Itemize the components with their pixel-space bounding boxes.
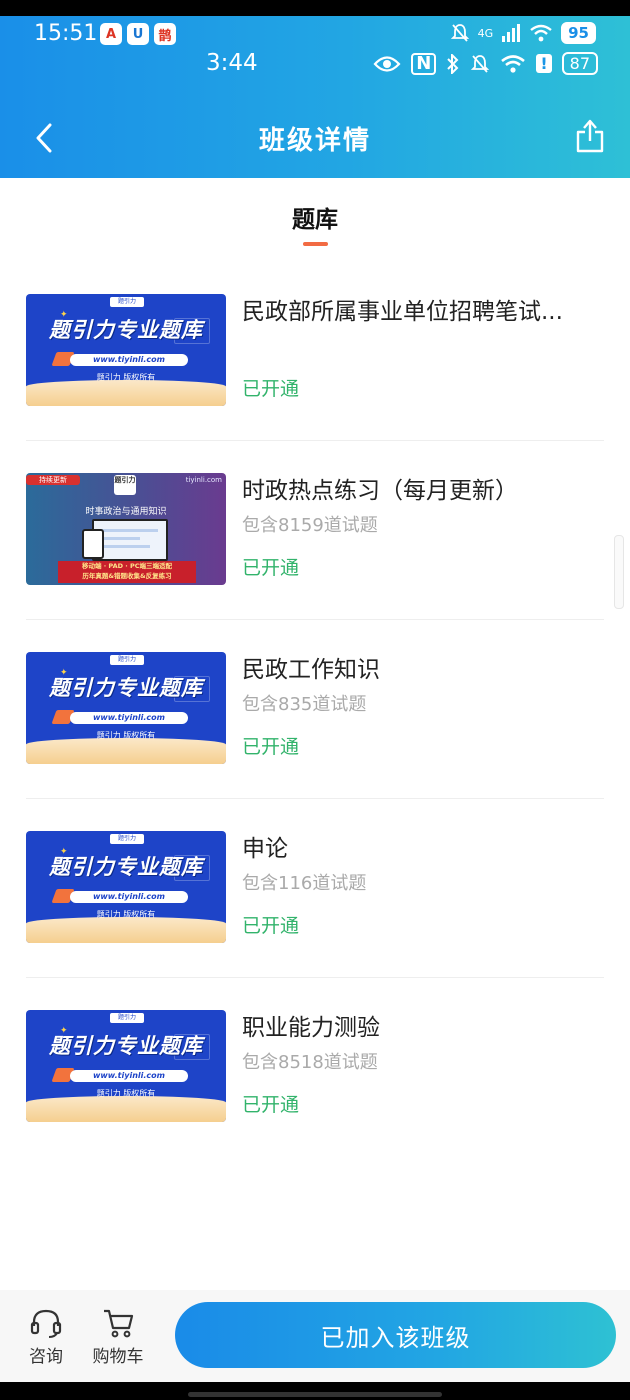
consult-label: 咨询 — [29, 1347, 63, 1367]
banner-url: www.tiyinli.com — [70, 712, 188, 724]
item-info: 民政部所属事业单位招聘笔试... 已开通 — [242, 292, 604, 404]
bell-off-icon — [450, 24, 469, 42]
nav-bar: 班级详情 — [0, 110, 630, 166]
banner-main-text: 题引力专业题库 — [49, 318, 203, 342]
item-question-count: 包含8159道试题 — [242, 515, 378, 536]
item-question-count: 包含835道试题 — [242, 694, 367, 715]
app-notification-icon: 鹊 — [154, 23, 176, 45]
banner-logo: 题引力 — [110, 1013, 144, 1023]
list-item[interactable]: 题引力 ✦ 题引力专业题库 www.tiyinli.com 题引力 版权所有 民… — [26, 620, 604, 799]
item-status: 已开通 — [242, 557, 300, 579]
battery-indicator: 95 — [561, 22, 596, 44]
banner-logo: 题引力 — [110, 834, 144, 844]
tablet-icon — [82, 529, 104, 559]
item-thumbnail: 题引力 ✦ 题引力专业题库 www.tiyinli.com 题引力 版权所有 — [26, 652, 226, 764]
inner-status-time: 3:44 — [206, 50, 258, 76]
list-item[interactable]: 题引力 ✦ 题引力专业题库 www.tiyinli.com 题引力 版权所有 职… — [26, 978, 604, 1156]
item-title: 时政热点练习（每月更新） — [242, 478, 518, 504]
item-thumbnail: 题引力 ✦ 题引力专业题库 www.tiyinli.com 题引力 版权所有 — [26, 294, 226, 406]
item-title: 民政工作知识 — [242, 657, 380, 683]
battery-indicator: 87 — [561, 52, 598, 75]
item-info: 职业能力测验 包含8518道试题 已开通 — [242, 1008, 604, 1120]
bottom-system-strip — [0, 1382, 630, 1400]
nfc-icon: N — [411, 52, 437, 75]
banner-main-text: 题引力专业题库 — [49, 1034, 203, 1058]
alert-icon: ! — [536, 54, 552, 73]
banner-site: tiyinli.com — [185, 476, 222, 484]
item-info: 时政热点练习（每月更新） 包含8159道试题 已开通 — [242, 471, 604, 583]
item-status: 已开通 — [242, 1094, 300, 1116]
app-notification-icon: A — [100, 23, 122, 45]
app-notification-icon: U — [127, 23, 149, 45]
list-item[interactable]: 题引力 ✦ 题引力专业题库 www.tiyinli.com 题引力 版权所有 申… — [26, 799, 604, 978]
item-thumbnail: 题引力 ✦ 题引力专业题库 www.tiyinli.com 题引力 版权所有 — [26, 831, 226, 943]
signal-icon — [502, 24, 521, 42]
wifi-icon — [530, 24, 552, 42]
banner-logo: 题引力 — [110, 655, 144, 665]
cart-button[interactable]: 购物车 — [88, 1308, 148, 1367]
item-status: 已开通 — [242, 736, 300, 758]
item-info: 民政工作知识 包含835道试题 已开通 — [242, 650, 604, 762]
item-thumbnail: 持续更新 题引力 tiyinli.com 时事政治与通用知识 移动端 · PAD… — [26, 473, 226, 585]
banner-main-text: 题引力专业题库 — [49, 676, 203, 700]
question-bank-list: 题引力 ✦ 题引力专业题库 www.tiyinli.com 题引力 版权所有 民… — [0, 262, 630, 1156]
banner-url: www.tiyinli.com — [70, 891, 188, 903]
banner-logo: 题引力 — [110, 297, 144, 307]
item-question-count: 包含8518道试题 — [242, 1052, 378, 1073]
list-item[interactable]: 持续更新 题引力 tiyinli.com 时事政治与通用知识 移动端 · PAD… — [26, 441, 604, 620]
wifi-icon — [501, 54, 526, 73]
item-status: 已开通 — [242, 915, 300, 937]
eye-icon — [373, 55, 401, 72]
banner-url: www.tiyinli.com — [70, 1070, 188, 1082]
page-title: 班级详情 — [258, 126, 371, 156]
item-title: 民政部所属事业单位招聘笔试... — [242, 299, 563, 325]
bottom-action-bar: 咨询 购物车 已加入该班级 — [0, 1290, 630, 1382]
top-system-strip — [0, 0, 630, 16]
tab-question-bank[interactable]: 题库 — [0, 200, 630, 246]
joined-class-button[interactable]: 已加入该班级 — [175, 1302, 616, 1368]
home-indicator[interactable] — [188, 1392, 442, 1397]
status-time: 15:51 — [34, 21, 98, 46]
banner-promo-line2: 历年真题&错题收集&反复练习 — [82, 572, 172, 580]
item-status: 已开通 — [242, 378, 300, 400]
network-type-label: 4G — [477, 26, 494, 40]
inner-status-icons: N ! 87 — [373, 52, 598, 75]
tab-active-indicator — [303, 242, 328, 246]
item-title: 申论 — [242, 836, 288, 862]
banner-main-text: 题引力专业题库 — [49, 855, 203, 879]
banner-headline: 时事政治与通用知识 — [85, 507, 167, 517]
banner-promo: 移动端 · PAD · PC端三端适配 历年真题&错题收集&反复练习 — [58, 561, 196, 583]
system-status-bar: 15:51 A U 鹊 4G 95 — [0, 18, 630, 52]
banner-logo: 题引力 — [114, 475, 136, 495]
banner-url: www.tiyinli.com — [70, 354, 188, 366]
share-icon — [576, 119, 604, 153]
cart-icon — [104, 1309, 134, 1338]
headset-icon — [30, 1309, 62, 1338]
scrollbar[interactable] — [614, 535, 624, 609]
item-info: 申论 包含116道试题 已开通 — [242, 829, 604, 941]
bell-off-icon — [471, 54, 490, 73]
cart-label: 购物车 — [92, 1347, 144, 1367]
list-item[interactable]: 题引力 ✦ 题引力专业题库 www.tiyinli.com 题引力 版权所有 民… — [26, 262, 604, 441]
tab-label: 题库 — [292, 207, 338, 233]
share-button[interactable] — [570, 116, 610, 156]
item-thumbnail: 题引力 ✦ 题引力专业题库 www.tiyinli.com 题引力 版权所有 — [26, 1010, 226, 1122]
item-question-count: 包含116道试题 — [242, 873, 367, 894]
inner-status-bar: 3:44 N ! 87 — [0, 48, 630, 80]
banner-promo-line1: 移动端 · PAD · PC端三端适配 — [81, 562, 173, 570]
update-tag: 持续更新 — [26, 475, 80, 485]
status-right-icons: 4G 95 — [450, 22, 596, 44]
bluetooth-icon — [447, 53, 459, 74]
item-title: 职业能力测验 — [242, 1015, 380, 1041]
consult-button[interactable]: 咨询 — [16, 1308, 76, 1367]
notification-app-icons: A U 鹊 — [100, 23, 176, 45]
